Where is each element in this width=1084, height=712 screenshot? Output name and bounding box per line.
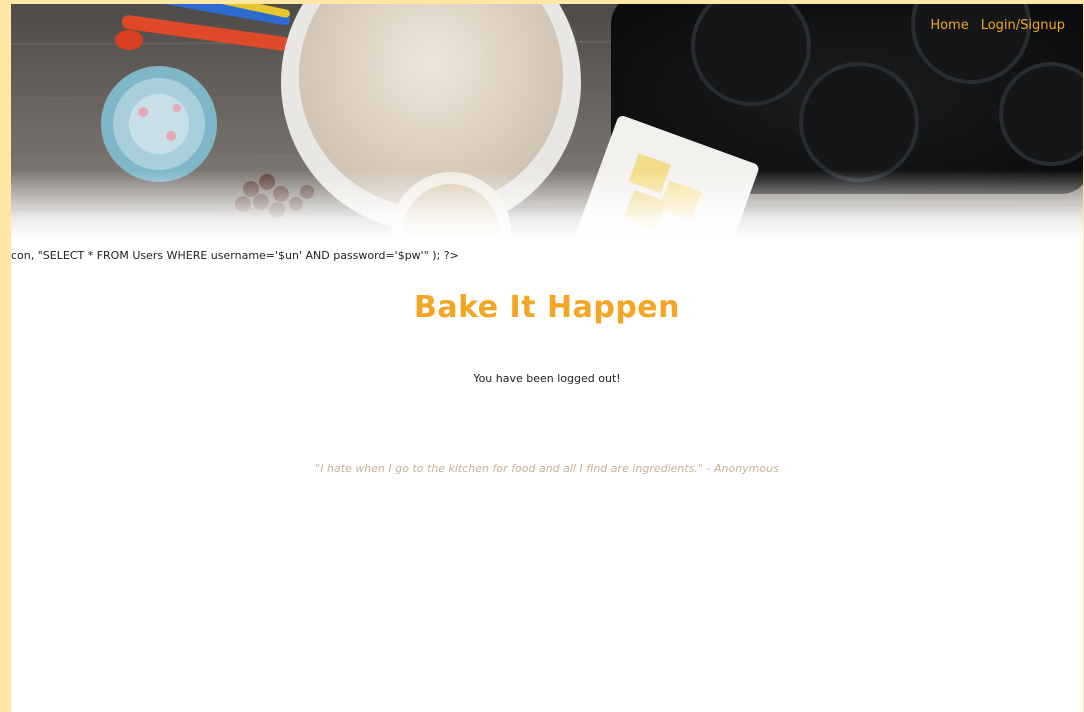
logout-message: You have been logged out! <box>473 372 621 385</box>
page-container: Home Login/Signup con, "SELECT * FROM Us… <box>11 4 1083 712</box>
footer-quote: "I hate when I go to the kitchen for foo… <box>315 462 779 475</box>
nav-login-signup-link[interactable]: Login/Signup <box>981 18 1065 33</box>
hero-fade-overlay <box>11 170 1083 240</box>
top-nav: Home Login/Signup <box>930 18 1065 33</box>
nav-home-link[interactable]: Home <box>930 18 968 33</box>
hero-banner: Home Login/Signup <box>11 4 1083 240</box>
leaked-php-code: con, "SELECT * FROM Users WHERE username… <box>11 249 459 262</box>
site-title: Bake It Happen <box>414 290 680 325</box>
